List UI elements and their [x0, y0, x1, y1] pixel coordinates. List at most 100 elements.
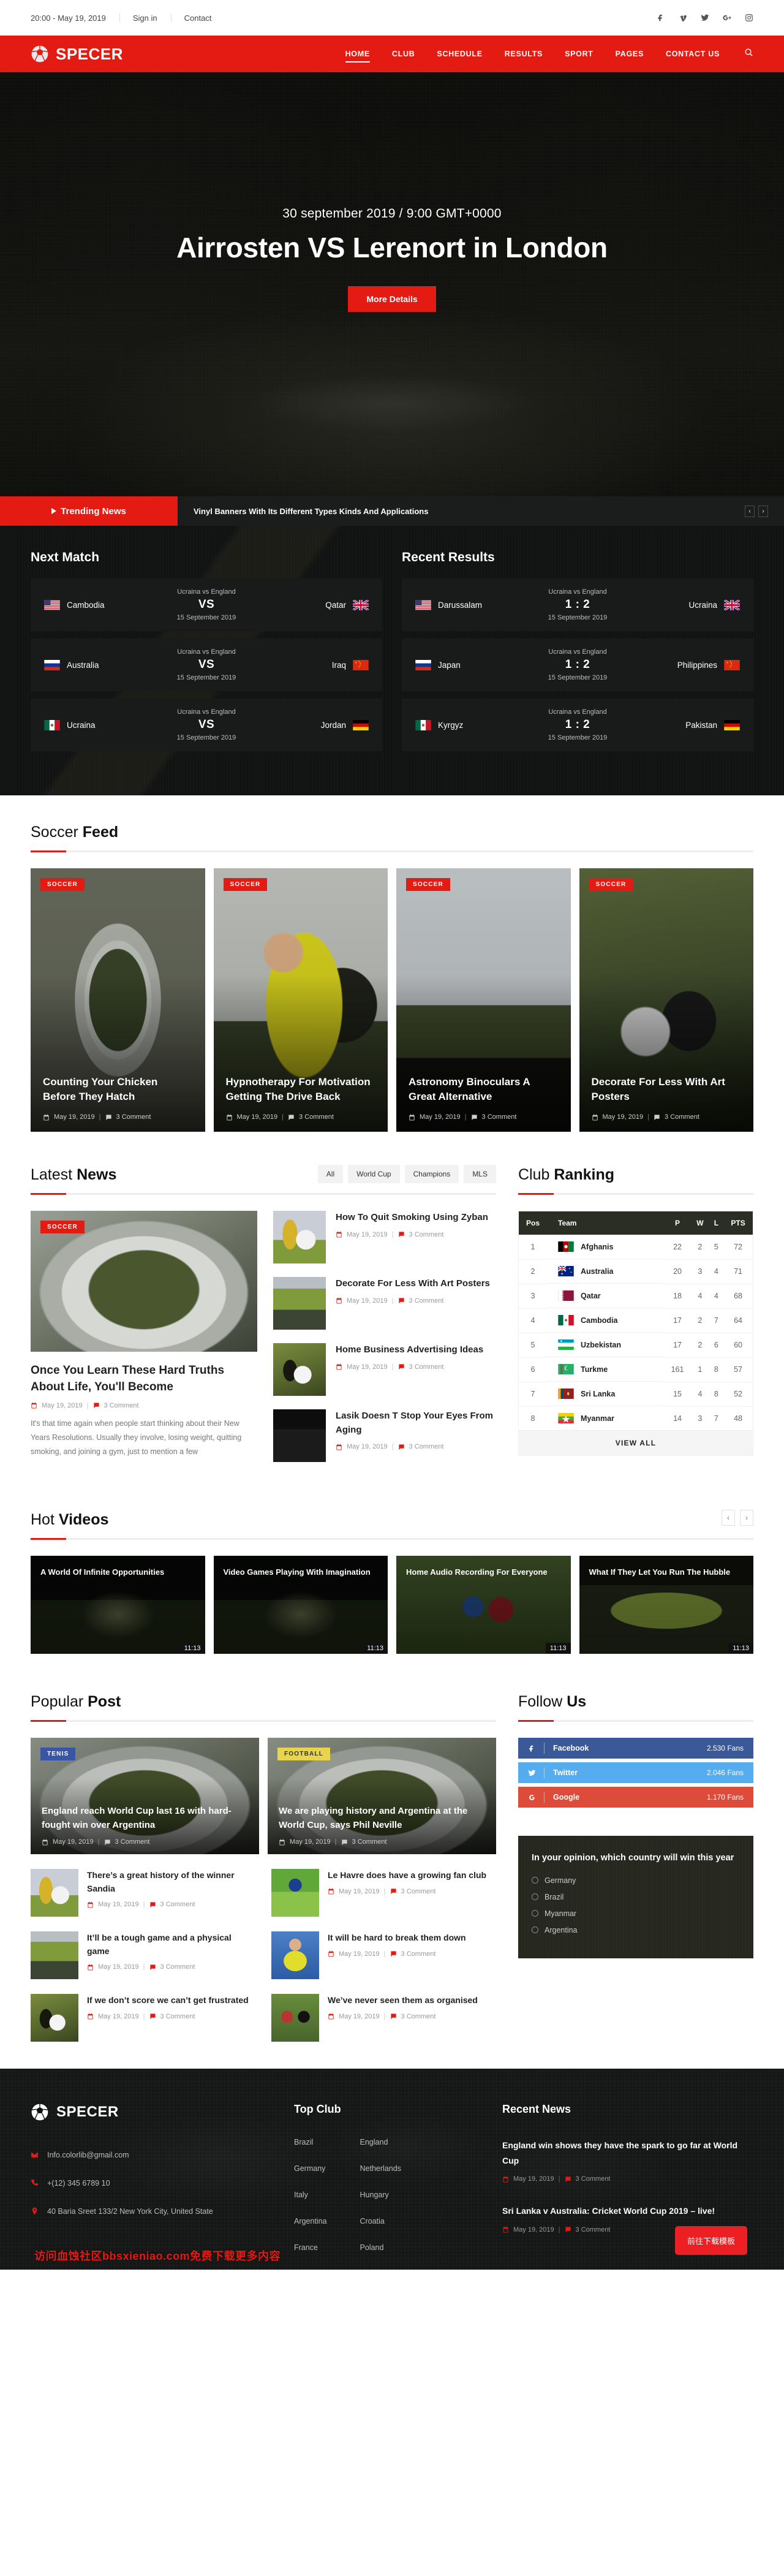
result-row[interactable]: Japan Ucraina vs England 1 : 2 15 Septem… — [402, 638, 753, 691]
google-plus-icon[interactable] — [723, 13, 731, 22]
video-card[interactable]: A World Of Infinite Opportunities 11:13 — [31, 1556, 205, 1654]
radio-icon[interactable] — [532, 1926, 538, 1934]
sign-in-link[interactable]: Sign in — [119, 13, 171, 23]
more-details-button[interactable]: More Details — [348, 286, 436, 312]
filter-world-cup[interactable]: World Cup — [348, 1165, 400, 1183]
category-badge[interactable]: SOCCER — [40, 1221, 85, 1233]
result-row[interactable]: Darussalam Ucraina vs England 1 : 2 15 S… — [402, 578, 753, 631]
download-template-button[interactable]: 前往下载模板 — [674, 2226, 747, 2255]
list-item[interactable]: Decorate For Less With Art Posters May 1… — [273, 1277, 496, 1330]
trending-news-label: Trending News — [0, 496, 178, 526]
list-item[interactable]: Home Business Advertising Ideas May 19, … — [273, 1343, 496, 1396]
nav-item-schedule[interactable]: SCHEDULE — [426, 36, 493, 72]
match-row[interactable]: Ucraina Ucraina vs England VS 15 Septemb… — [31, 699, 382, 751]
category-badge[interactable]: TENIS — [40, 1748, 76, 1760]
video-card[interactable]: What If They Let You Run The Hubble 11:1… — [579, 1556, 753, 1654]
category-badge[interactable]: SOCCER — [589, 878, 633, 891]
category-badge[interactable]: FOOTBALL — [277, 1748, 331, 1760]
list-item[interactable]: Lasik Doesn T Stop Your Eyes From Aging … — [273, 1409, 496, 1462]
follow-facebook-row[interactable]: Facebook 2.530 Fans — [518, 1738, 753, 1759]
table-row[interactable]: 8 Myanmar 14 3 7 48 — [519, 1406, 753, 1430]
trending-headline[interactable]: Vinyl Banners With Its Different Types K… — [194, 507, 428, 516]
club-brazil[interactable]: Brazil — [294, 2138, 327, 2146]
videos-next-button[interactable]: › — [740, 1510, 753, 1526]
club-croatia[interactable]: Croatia — [360, 2217, 401, 2226]
nav-item-sport[interactable]: SPORT — [554, 36, 605, 72]
view-all-button[interactable]: VIEW ALL — [519, 1430, 753, 1455]
table-row[interactable]: 2 Australia 20 3 4 71 — [519, 1259, 753, 1284]
post-comments: 3 Comment — [409, 1297, 444, 1305]
trending-prev-button[interactable]: ‹ — [745, 505, 755, 517]
footer-news-item[interactable]: England win shows they have the spark to… — [502, 2138, 753, 2183]
comment-icon — [149, 1964, 156, 1970]
table-row[interactable]: 7 Sri Lanka 15 4 8 52 — [519, 1382, 753, 1407]
contact-link[interactable]: Contact — [171, 13, 225, 23]
club-england[interactable]: England — [360, 2138, 401, 2146]
video-card[interactable]: Video Games Playing With Imagination 11:… — [213, 1556, 388, 1654]
table-row[interactable]: 6 Turkme 161 1 8 57 — [519, 1357, 753, 1382]
popular-card[interactable]: TENIS England reach World Cup last 16 wi… — [31, 1738, 259, 1854]
follow-google-row[interactable]: Google 1.170 Fans — [518, 1787, 753, 1808]
list-item[interactable]: Le Havre does have a growing fan club Ma… — [271, 1869, 496, 1917]
match-row[interactable]: Australia Ucraina vs England VS 15 Septe… — [31, 638, 382, 691]
nav-item-club[interactable]: CLUB — [381, 36, 426, 72]
category-badge[interactable]: SOCCER — [40, 878, 85, 891]
filter-mls[interactable]: MLS — [464, 1165, 496, 1183]
radio-icon[interactable] — [532, 1877, 538, 1884]
club-hungary[interactable]: Hungary — [360, 2191, 401, 2199]
video-card[interactable]: Home Audio Recording For Everyone 11:13 — [396, 1556, 571, 1654]
rank-p: 14 — [673, 1414, 682, 1423]
list-item[interactable]: We’ve never seen them as organised May 1… — [271, 1994, 496, 2042]
list-item[interactable]: If we don’t score we can’t get frustrate… — [31, 1994, 255, 2042]
poll-option-myanmar[interactable]: Myanmar — [532, 1909, 740, 1918]
feed-card[interactable]: SOCCER Decorate For Less With Art Poster… — [579, 868, 753, 1132]
table-row[interactable]: 1 Afghanis 22 2 5 72 — [519, 1235, 753, 1260]
nav-item-contact-us[interactable]: CONTACT US — [655, 36, 731, 72]
poll-option-brazil[interactable]: Brazil — [532, 1893, 740, 1901]
trending-next-button[interactable]: › — [758, 505, 768, 517]
feed-card[interactable]: SOCCER Astronomy Binoculars A Great Alte… — [396, 868, 571, 1132]
feed-card[interactable]: SOCCER Counting Your Chicken Before They… — [31, 868, 205, 1132]
feed-card[interactable]: SOCCER Hypnotherapy For Motivation Getti… — [213, 868, 388, 1132]
list-item[interactable]: It will be hard to break them down May 1… — [271, 1931, 496, 1979]
club-poland[interactable]: Poland — [360, 2243, 401, 2252]
category-badge[interactable]: SOCCER — [406, 878, 450, 891]
club-france[interactable]: France — [294, 2243, 327, 2252]
popular-card[interactable]: FOOTBALL We are playing history and Arge… — [268, 1738, 496, 1854]
list-item[interactable]: It’ll be a tough game and a physical gam… — [31, 1931, 255, 1979]
follow-twitter-row[interactable]: Twitter 2.046 Fans — [518, 1762, 753, 1783]
videos-prev-button[interactable]: ‹ — [722, 1510, 735, 1526]
poll-option-argentina[interactable]: Argentina — [532, 1926, 740, 1934]
list-item[interactable]: How To Quit Smoking Using Zyban May 19, … — [273, 1211, 496, 1263]
radio-icon[interactable] — [532, 1910, 538, 1917]
club-italy[interactable]: Italy — [294, 2191, 327, 2199]
footer-logo[interactable]: SPECER — [31, 2103, 270, 2121]
radio-icon[interactable] — [532, 1893, 538, 1901]
filter-all[interactable]: All — [317, 1165, 344, 1183]
home-team-name: Kyrgyz — [438, 720, 464, 730]
facebook-icon[interactable] — [657, 13, 665, 22]
result-row[interactable]: Kyrgyz Ucraina vs England 1 : 2 15 Septe… — [402, 699, 753, 751]
club-germany[interactable]: Germany — [294, 2164, 327, 2173]
nav-item-results[interactable]: RESULTS — [494, 36, 554, 72]
category-badge[interactable]: SOCCER — [223, 878, 268, 891]
featured-article[interactable]: SOCCER Once You Learn These Hard Truths … — [31, 1211, 257, 1476]
site-logo[interactable]: SPECER — [31, 45, 123, 64]
poll-option-germany[interactable]: Germany — [532, 1876, 740, 1885]
nav-item-home[interactable]: HOME — [334, 36, 381, 72]
footer-email[interactable]: Info.colorlib@gmail.com — [31, 2148, 270, 2163]
table-row[interactable]: 4 Cambodia 17 2 7 64 — [519, 1308, 753, 1333]
twitter-icon[interactable] — [701, 13, 709, 22]
match-row[interactable]: Cambodia Ucraina vs England VS 15 Septem… — [31, 578, 382, 631]
search-icon[interactable] — [744, 48, 753, 60]
instagram-icon[interactable] — [745, 13, 753, 22]
club-netherlands[interactable]: Netherlands — [360, 2164, 401, 2173]
filter-champions[interactable]: Champions — [404, 1165, 459, 1183]
club-argentina[interactable]: Argentina — [294, 2217, 327, 2226]
table-row[interactable]: 5 Uzbekistan 17 2 6 60 — [519, 1333, 753, 1358]
list-item[interactable]: There’s a great history of the winner Sa… — [31, 1869, 255, 1917]
nav-item-pages[interactable]: PAGES — [605, 36, 655, 72]
table-row[interactable]: 3 Qatar 18 4 4 68 — [519, 1284, 753, 1309]
footer-phone[interactable]: +(12) 345 6789 10 — [31, 2176, 270, 2191]
vimeo-icon[interactable] — [679, 13, 687, 22]
